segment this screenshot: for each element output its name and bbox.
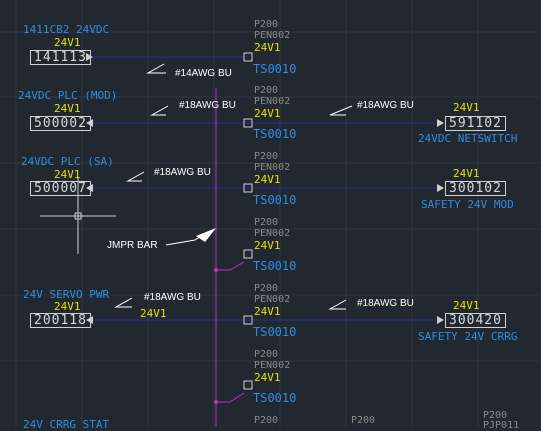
terminal-strip-label[interactable]: TS0010 bbox=[253, 392, 296, 404]
terminal-strip-label[interactable]: TS0010 bbox=[253, 128, 296, 140]
left-block-title: 24V CRRG STAT bbox=[23, 418, 110, 431]
terminal-squares bbox=[243, 52, 253, 390]
right-block-title: 24VDC NETSWITCH bbox=[418, 132, 518, 145]
terminal-pen-label: PJP011 bbox=[483, 420, 520, 431]
wire-gauge-label[interactable]: #14AWG BU bbox=[175, 69, 232, 79]
right-block-title: SAFETY 24V CRRG bbox=[418, 330, 518, 343]
bus-branch-6 bbox=[216, 392, 245, 403]
wire-gauge-label[interactable]: #18AWG BU bbox=[179, 101, 236, 111]
terminal-box-591102[interactable]: 591102 bbox=[445, 116, 506, 131]
terminal-p-label: P200 bbox=[254, 19, 279, 30]
terminal-strip-label[interactable]: TS0010 bbox=[253, 194, 296, 206]
voltage-label: 24V1 bbox=[140, 307, 167, 320]
voltage-label: 24V1 bbox=[54, 300, 81, 313]
terminal-pen-label: PEN002 bbox=[254, 294, 291, 305]
terminal-pen-label: PEN002 bbox=[254, 30, 291, 41]
arrow-right-300102 bbox=[437, 184, 444, 192]
terminal-pen-label: PEN002 bbox=[254, 360, 291, 371]
bus-node bbox=[214, 400, 218, 404]
terminal-p-label: P200 bbox=[254, 349, 279, 360]
terminal-p-label: P200 bbox=[254, 283, 279, 294]
terminal-pen-label: PEN002 bbox=[254, 162, 291, 173]
bus-node bbox=[214, 268, 218, 272]
terminal-pen-label: PEN002 bbox=[254, 96, 291, 107]
voltage-label: 24V1 bbox=[453, 299, 480, 312]
left-block-title: 24VDC PLC (MOD) bbox=[18, 89, 118, 102]
jumper-bar-label[interactable]: JMPR BAR bbox=[107, 241, 158, 251]
terminal-box-141113[interactable]: 141113 bbox=[30, 50, 91, 65]
left-block-title: 24VDC PLC (SA) bbox=[21, 155, 114, 168]
terminal-voltage-label: 24V1 bbox=[254, 239, 281, 252]
arrow-right-591102 bbox=[437, 119, 444, 127]
wire-gauge-label[interactable]: #18AWG BU bbox=[154, 168, 211, 178]
terminal-box-500007[interactable]: 500007 bbox=[30, 181, 91, 196]
terminal-voltage-label: 24V1 bbox=[254, 41, 281, 54]
wire-gauge-label[interactable]: #18AWG BU bbox=[357, 299, 414, 309]
wire-gauge-label[interactable]: #18AWG BU bbox=[144, 293, 201, 303]
terminal-voltage-label: 24V1 bbox=[254, 173, 281, 186]
terminal-p-label: P200 bbox=[254, 217, 279, 228]
right-block-title: SAFETY 24V MOD bbox=[421, 198, 514, 211]
voltage-label: 24V1 bbox=[54, 36, 81, 49]
voltage-label: 24V1 bbox=[453, 101, 480, 114]
terminal-strip-label[interactable]: TS0010 bbox=[253, 63, 296, 75]
bus-branch-4 bbox=[216, 261, 245, 271]
terminal-voltage-label: 24V1 bbox=[254, 371, 281, 384]
terminal-voltage-label: 24V1 bbox=[254, 305, 281, 318]
terminal-p-label: P200 bbox=[254, 85, 279, 96]
terminal-voltage-label: 24V1 bbox=[254, 107, 281, 120]
terminal-pen-label: PEN002 bbox=[254, 228, 291, 239]
terminal-strip-label[interactable]: TS0010 bbox=[253, 326, 296, 338]
left-block-title: 1411CB2 24VDC bbox=[23, 23, 110, 36]
arrow-right-300420 bbox=[437, 316, 444, 324]
jumper-arrow-head bbox=[196, 228, 216, 242]
terminal-box-200118[interactable]: 200118 bbox=[30, 313, 91, 328]
terminal-square bbox=[243, 52, 253, 62]
terminal-p-label: P200 bbox=[254, 415, 279, 426]
terminal-p-label: P200 bbox=[254, 151, 279, 162]
jumper-bus bbox=[215, 88, 245, 427]
voltage-label: 24V1 bbox=[54, 168, 81, 181]
wire-gauge-label[interactable]: #18AWG BU bbox=[357, 101, 414, 111]
terminal-box-300420[interactable]: 300420 bbox=[445, 313, 506, 328]
voltage-label: 24V1 bbox=[54, 102, 81, 115]
terminal-square bbox=[243, 380, 253, 390]
terminal-box-500002[interactable]: 500002 bbox=[30, 116, 91, 131]
left-block-title: 24V SERVO PWR bbox=[23, 288, 110, 301]
voltage-label: 24V1 bbox=[453, 167, 480, 180]
terminal-strip-label[interactable]: TS0010 bbox=[253, 260, 296, 272]
terminal-square bbox=[243, 249, 253, 259]
terminal-p-label: P200 bbox=[351, 415, 376, 426]
terminal-box-300102[interactable]: 300102 bbox=[445, 181, 506, 196]
